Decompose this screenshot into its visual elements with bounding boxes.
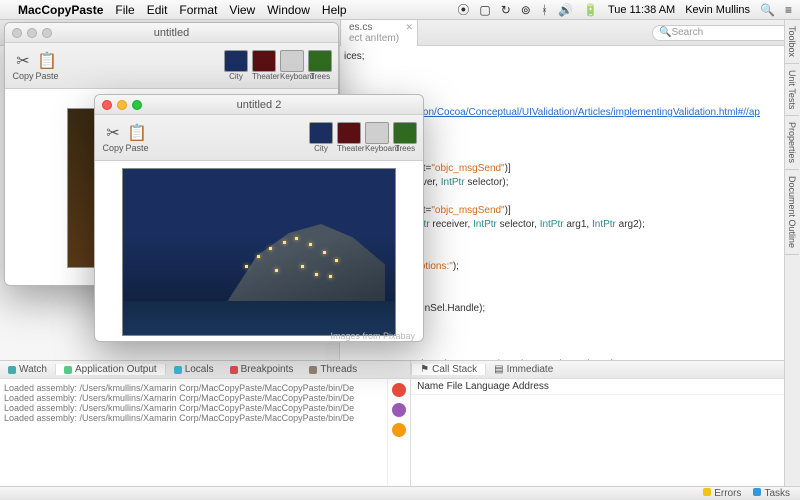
tab-immediate[interactable]: ▤Immediate bbox=[486, 364, 561, 375]
scissors-icon: ✂︎ bbox=[101, 123, 125, 143]
image-coastal-night bbox=[122, 168, 396, 336]
paste-button[interactable]: 📋Paste bbox=[125, 123, 149, 153]
status-tasks[interactable]: Tasks bbox=[753, 488, 790, 499]
paste-button[interactable]: 📋Paste bbox=[35, 51, 59, 81]
output-panel: Watch Application Output Locals Breakpoi… bbox=[0, 361, 411, 486]
output-line: Loaded assembly: /Users/kmullins/Xamarin… bbox=[4, 383, 383, 393]
close-icon[interactable]: ✕ bbox=[405, 22, 413, 33]
thumb-city[interactable]: City bbox=[224, 50, 248, 81]
toolbar: ✂︎Copy 📋Paste City Theater Keyboard Tree… bbox=[5, 43, 338, 89]
macos-menubar: MacCopyPaste File Edit Format View Windo… bbox=[0, 0, 800, 20]
output-side-icons bbox=[387, 379, 410, 486]
volume-icon[interactable]: 🔊 bbox=[558, 3, 573, 17]
traffic-lights[interactable] bbox=[12, 28, 52, 38]
wifi-icon[interactable]: ⊚ bbox=[521, 3, 531, 17]
window-title: untitled bbox=[154, 27, 189, 39]
thumb-theater[interactable]: Theater bbox=[252, 50, 276, 81]
thumbnail-row: City Theater Keyboard Trees bbox=[224, 50, 332, 81]
thumb-city[interactable]: City bbox=[309, 122, 333, 153]
output-body[interactable]: Loaded assembly: /Users/kmullins/Xamarin… bbox=[0, 379, 387, 486]
callstack-body[interactable] bbox=[411, 395, 784, 486]
thumb-keyboard[interactable]: Keyboard bbox=[365, 122, 389, 153]
stop-icon[interactable] bbox=[392, 383, 406, 397]
toolbar: ✂︎Copy 📋Paste City Theater Keyboard Tree… bbox=[95, 115, 423, 161]
output-line: Loaded assembly: /Users/kmullins/Xamarin… bbox=[4, 393, 383, 403]
clipboard-icon: 📋 bbox=[125, 123, 149, 143]
thumb-trees[interactable]: Trees bbox=[393, 122, 417, 153]
sidebar-toolbox[interactable]: Toolbox bbox=[785, 20, 799, 64]
tab-threads[interactable]: Threads bbox=[301, 364, 365, 375]
menubar-right: ⦿ ▢ ↻ ⊚ ᚼ 🔊 🔋 Tue 11:38 AM Kevin Mullins… bbox=[457, 1, 792, 18]
window-title: untitled 2 bbox=[237, 99, 282, 111]
editor-tab-filename: es.cs bbox=[349, 22, 372, 33]
menu-edit[interactable]: Edit bbox=[147, 3, 168, 17]
airplay-icon[interactable]: ▢ bbox=[479, 3, 490, 17]
clipboard-icon: 📋 bbox=[35, 51, 59, 71]
traffic-lights[interactable] bbox=[102, 100, 142, 110]
menu-window[interactable]: Window bbox=[267, 3, 310, 17]
titlebar[interactable]: untitled 2 bbox=[95, 95, 423, 115]
status-errors[interactable]: Errors bbox=[703, 488, 741, 499]
thumb-keyboard[interactable]: Keyboard bbox=[280, 50, 304, 81]
tab-application-output[interactable]: Application Output bbox=[55, 364, 166, 375]
output-line: Loaded assembly: /Users/kmullins/Xamarin… bbox=[4, 403, 383, 413]
notification-center-icon[interactable]: ≡ bbox=[785, 3, 792, 17]
menu-file[interactable]: File bbox=[115, 3, 134, 17]
battery-icon[interactable]: 🔋 bbox=[583, 3, 598, 17]
editor-tab[interactable]: es.cs ect anItem) ✕ bbox=[340, 18, 418, 47]
copy-button[interactable]: ✂︎Copy bbox=[101, 123, 125, 153]
thumbnail-row: City Theater Keyboard Trees bbox=[309, 122, 417, 153]
thumb-trees[interactable]: Trees bbox=[308, 50, 332, 81]
menu-view[interactable]: View bbox=[229, 3, 255, 17]
app-window-untitled-2[interactable]: untitled 2 ✂︎Copy 📋Paste City Theater Ke… bbox=[94, 94, 424, 342]
editor-tab-sub: ect anItem) bbox=[349, 33, 399, 44]
copy-button[interactable]: ✂︎Copy bbox=[11, 51, 35, 81]
sidebar-unit-tests[interactable]: Unit Tests bbox=[785, 64, 799, 116]
tab-breakpoints[interactable]: Breakpoints bbox=[222, 364, 302, 375]
thumb-theater[interactable]: Theater bbox=[337, 122, 361, 153]
tab-locals[interactable]: Locals bbox=[166, 364, 222, 375]
output-line: Loaded assembly: /Users/kmullins/Xamarin… bbox=[4, 413, 383, 423]
debug-icon[interactable] bbox=[392, 403, 406, 417]
ide-bottom-panel: Watch Application Output Locals Breakpoi… bbox=[0, 360, 784, 486]
menu-help[interactable]: Help bbox=[322, 3, 347, 17]
tab-call-stack[interactable]: ⚑Call Stack bbox=[411, 364, 486, 375]
image-content: Images from Pixabay bbox=[95, 161, 423, 342]
sidebar-document-outline[interactable]: Document Outline bbox=[785, 170, 799, 255]
refresh-icon[interactable] bbox=[392, 423, 406, 437]
callstack-header: Name File Language Address bbox=[411, 379, 784, 395]
titlebar[interactable]: untitled bbox=[5, 23, 338, 43]
callstack-panel: ⚑Call Stack ▤Immediate Name File Languag… bbox=[411, 361, 784, 486]
sidebar-properties[interactable]: Properties bbox=[785, 116, 799, 170]
bluetooth-icon[interactable]: ᚼ bbox=[541, 3, 548, 17]
ide-statusbar: Errors Tasks bbox=[0, 486, 800, 500]
scissors-icon: ✂︎ bbox=[11, 51, 35, 71]
status-icon[interactable]: ⦿ bbox=[457, 1, 469, 18]
spotlight-icon[interactable]: 🔍 bbox=[760, 3, 775, 17]
ide-search-input[interactable]: 🔍 Search bbox=[652, 25, 792, 41]
tab-watch[interactable]: Watch bbox=[0, 364, 55, 375]
sync-icon[interactable]: ↻ bbox=[501, 3, 511, 17]
app-menu[interactable]: MacCopyPaste bbox=[18, 3, 103, 17]
search-placeholder: Search bbox=[671, 27, 703, 38]
menu-format[interactable]: Format bbox=[179, 3, 217, 17]
image-credit: Images from Pixabay bbox=[330, 331, 415, 341]
menubar-user[interactable]: Kevin Mullins bbox=[685, 4, 750, 16]
ide-right-sidebar: Toolbox Unit Tests Properties Document O… bbox=[784, 20, 800, 486]
menubar-clock[interactable]: Tue 11:38 AM bbox=[608, 4, 675, 16]
